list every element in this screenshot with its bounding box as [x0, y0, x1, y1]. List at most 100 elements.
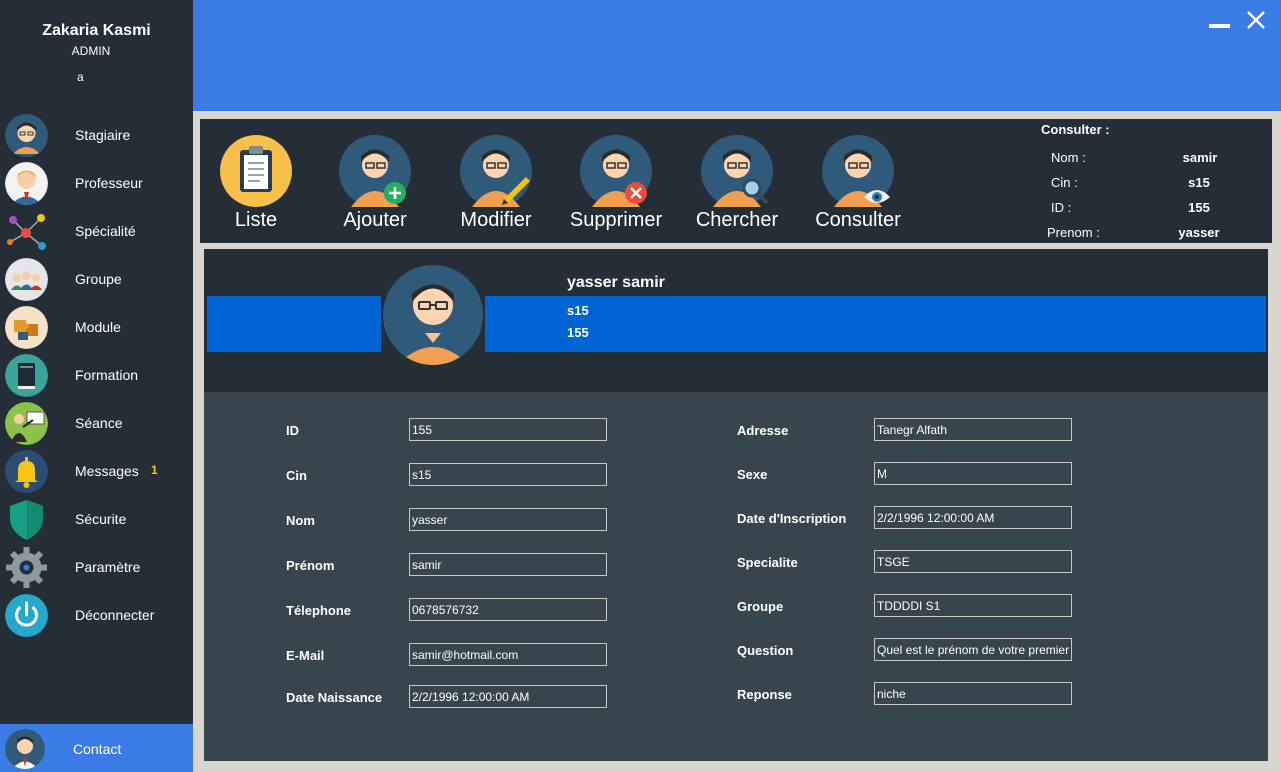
messages-count-badge: 1: [151, 463, 158, 477]
profile-avatar: [381, 263, 485, 367]
sidebar-item-deconnecter[interactable]: Déconnecter: [0, 591, 193, 639]
sidebar-item-parametre[interactable]: Paramètre: [0, 543, 193, 591]
nom-label: Nom: [286, 513, 315, 528]
modifier-label: Modifier: [460, 209, 532, 231]
user-role: ADMIN: [71, 44, 111, 58]
sidebar-item-label: Paramètre: [75, 559, 141, 575]
sidebar-item-label: Professeur: [75, 175, 143, 191]
close-icon: [1247, 11, 1265, 29]
adresse-label: Adresse: [737, 423, 789, 438]
formation-book-icon: [5, 354, 48, 397]
specialite-network-icon: [5, 210, 48, 253]
groupe-label: Groupe: [737, 599, 784, 614]
reponse-field[interactable]: [874, 682, 1072, 705]
sidebar-item-stagiaire[interactable]: Stagiaire: [0, 111, 193, 159]
email-label: E-Mail: [286, 648, 325, 663]
professeur-avatar-icon: [5, 162, 48, 205]
liste-button[interactable]: Liste: [196, 133, 316, 233]
user-search-icon: [701, 135, 773, 207]
sidebar-item-label: Groupe: [75, 271, 122, 287]
profile-panel: yasser samir s15 155 ID Cin Nom Prénom T…: [204, 249, 1268, 761]
date-naissance-field[interactable]: [409, 685, 607, 708]
nom-field[interactable]: [409, 508, 607, 531]
parametre-gear-icon: [5, 546, 48, 589]
sidebar-item-label: Formation: [75, 367, 139, 383]
sidebar-item-module[interactable]: Module: [0, 303, 193, 351]
sidebar-item-seance[interactable]: Séance: [0, 399, 193, 447]
specialite-field[interactable]: [874, 550, 1072, 573]
deconnecter-power-icon: [5, 594, 48, 637]
consult-nom-value: samir: [1182, 150, 1218, 165]
telephone-field[interactable]: [409, 598, 607, 621]
sidebar-item-label: Spécialité: [75, 223, 136, 239]
consulter-button[interactable]: Consulter: [798, 133, 918, 233]
sidebar-item-securite[interactable]: Sécurite: [0, 495, 193, 543]
sidebar-item-label: Déconnecter: [75, 607, 155, 623]
sidebar-item-specialite[interactable]: Spécialité: [0, 207, 193, 255]
user-extra-text: a: [77, 70, 84, 84]
adresse-field[interactable]: [874, 418, 1072, 441]
seance-teacher-icon: [5, 402, 48, 445]
sidebar-item-formation[interactable]: Formation: [0, 351, 193, 399]
sidebar: Zakaria Kasmi ADMIN a Stagiaire Professe…: [0, 0, 193, 772]
profile-cin: s15: [567, 303, 589, 318]
user-view-icon: [822, 135, 894, 207]
user-avatar-icon: [383, 265, 483, 365]
question-label: Question: [737, 643, 794, 658]
profile-name: yasser samir: [567, 274, 665, 291]
user-edit-icon: [460, 135, 532, 207]
sidebar-item-groupe[interactable]: Groupe: [0, 255, 193, 303]
sidebar-item-messages[interactable]: Messages 1: [0, 447, 193, 495]
profile-header: yasser samir s15 155: [204, 249, 1268, 392]
module-puzzle-icon: [5, 306, 48, 349]
stagiaire-avatar-icon: [5, 114, 48, 157]
minimize-button[interactable]: [1207, 14, 1231, 32]
user-delete-icon: [580, 135, 652, 207]
email-field[interactable]: [409, 643, 607, 666]
sidebar-item-label: Séance: [75, 415, 123, 431]
consult-title: Consulter :: [1041, 122, 1110, 137]
sidebar-item-label: Module: [75, 319, 121, 335]
consult-nom-label: Nom :: [1051, 150, 1086, 165]
cin-field[interactable]: [409, 463, 607, 486]
chercher-label: Chercher: [695, 209, 779, 231]
supprimer-button[interactable]: Supprimer: [556, 133, 676, 233]
sidebar-item-professeur[interactable]: Professeur: [0, 159, 193, 207]
header-band-left: [207, 296, 381, 352]
date-inscription-field[interactable]: [874, 506, 1072, 529]
user-name: Zakaria Kasmi: [42, 22, 151, 39]
reponse-label: Reponse: [737, 687, 792, 702]
telephone-label: Télephone: [286, 603, 352, 618]
ajouter-button[interactable]: Ajouter: [315, 133, 435, 233]
user-add-icon: [339, 135, 411, 207]
consult-prenom-value: yasser: [1178, 225, 1220, 240]
question-field[interactable]: [874, 638, 1072, 661]
chercher-button[interactable]: Chercher: [677, 133, 797, 233]
consult-cin-value: s15: [1188, 175, 1210, 190]
profile-id: 155: [567, 325, 589, 340]
specialite-label: Specialite: [737, 555, 798, 570]
cin-label: Cin: [286, 468, 307, 483]
contact-label: Contact: [73, 741, 122, 757]
liste-label: Liste: [234, 209, 278, 231]
sidebar-item-contact[interactable]: Contact: [0, 724, 193, 772]
sidebar-item-label: Sécurite: [75, 511, 127, 527]
sexe-field[interactable]: [874, 462, 1072, 485]
contact-avatar-icon: [5, 729, 45, 769]
sidebar-item-label: Stagiaire: [75, 127, 131, 143]
header-band-right: [485, 296, 1266, 352]
supprimer-label: Supprimer: [569, 209, 663, 231]
id-field[interactable]: [409, 418, 607, 441]
sexe-label: Sexe: [737, 467, 768, 482]
modifier-button[interactable]: Modifier: [436, 133, 556, 233]
groupe-field[interactable]: [874, 594, 1072, 617]
consulter-label: Consulter: [815, 209, 901, 231]
prenom-field[interactable]: [409, 553, 607, 576]
groupe-people-icon: [5, 258, 48, 301]
close-button[interactable]: [1245, 9, 1267, 31]
ajouter-label: Ajouter: [343, 209, 407, 231]
consult-id-label: ID :: [1051, 200, 1072, 215]
consult-summary: Consulter : Nom : samir Cin : s15 ID : 1…: [1035, 119, 1235, 243]
messages-bell-icon: [5, 450, 48, 493]
consult-prenom-label: Prenom :: [1047, 225, 1100, 240]
